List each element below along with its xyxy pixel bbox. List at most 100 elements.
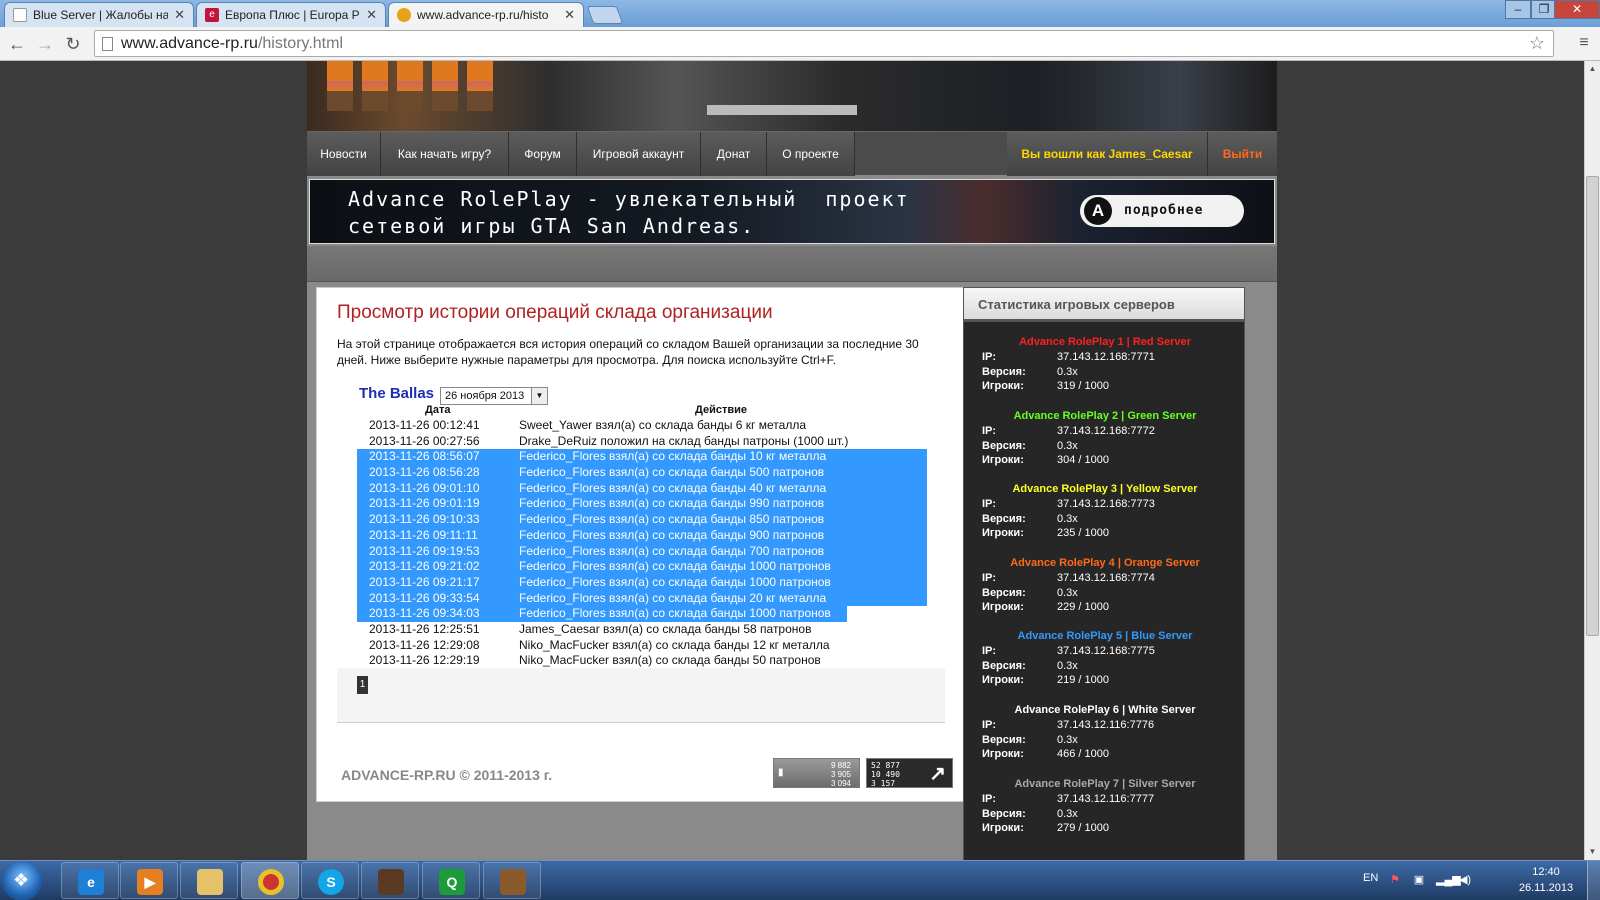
table-row: 2013-11-26 09:21:17 Federico_Flores взял(… bbox=[357, 574, 927, 591]
minimize-button[interactable]: – bbox=[1505, 0, 1531, 19]
taskbar-app-green[interactable]: Q bbox=[422, 862, 480, 899]
nav-game-account[interactable]: Игровой аккаунт bbox=[577, 132, 701, 176]
close-icon[interactable]: ✕ bbox=[366, 7, 377, 23]
server-version: 0.3x bbox=[1057, 366, 1078, 378]
logged-in-user[interactable]: Вы вошли как James_Caesar bbox=[1007, 132, 1207, 176]
server-ip: 37.143.12.168:7773 bbox=[1057, 498, 1155, 511]
nav-donate[interactable]: Донат bbox=[701, 132, 767, 176]
table-row: 2013-11-26 00:12:41 Sweet_Yawer взял(а) с… bbox=[357, 418, 927, 434]
reload-icon[interactable]: ↻ bbox=[62, 33, 84, 55]
nav-how-to-start[interactable]: Как начать игру? bbox=[381, 132, 509, 176]
close-icon[interactable]: ✕ bbox=[564, 7, 575, 23]
back-icon[interactable]: ← bbox=[6, 33, 28, 55]
server-version: 0.3x bbox=[1057, 734, 1078, 746]
date-select[interactable]: 26 ноября 2013 ▼ bbox=[440, 387, 548, 405]
arrow-up-right-icon: ↗ bbox=[929, 763, 946, 785]
nav-about[interactable]: О проекте bbox=[767, 132, 855, 176]
nav-news[interactable]: Новости bbox=[307, 132, 381, 176]
sidebar-title: Статистика игровых серверов bbox=[964, 288, 1244, 322]
network-icon[interactable]: ▂▄▆ bbox=[1436, 873, 1461, 887]
clock-date[interactable]: 26.11.2013 bbox=[1515, 882, 1577, 894]
table-row: 2013-11-26 08:56:07 Federico_Flores взял(… bbox=[357, 449, 927, 466]
scroll-thumb[interactable] bbox=[1586, 176, 1599, 636]
server-players: 466 / 1000 bbox=[1057, 748, 1109, 760]
clock-time[interactable]: 12:40 bbox=[1521, 866, 1571, 878]
ip-label: IP: bbox=[982, 645, 997, 658]
forward-icon[interactable]: → bbox=[34, 33, 56, 55]
table-row: 2013-11-26 12:29:19 Niko_MacFucker взял(а… bbox=[357, 653, 927, 669]
row-date: 2013-11-26 12:25:51 bbox=[369, 621, 480, 636]
page-1-link[interactable]: 1 bbox=[357, 676, 368, 694]
server-name: Advance RolePlay 2 | Green Server bbox=[1013, 409, 1197, 422]
table-row: 2013-11-26 09:01:10 Federico_Flores взял(… bbox=[357, 480, 927, 497]
taskbar-skype[interactable]: S bbox=[301, 862, 359, 899]
row-date: 2013-11-26 09:19:53 bbox=[369, 543, 480, 558]
menu-icon[interactable]: ≡ bbox=[1574, 34, 1594, 54]
windows-logo-icon: ❖ bbox=[13, 870, 30, 890]
taskbar-gta[interactable] bbox=[483, 862, 541, 899]
banner-text: Advance RolePlay - увлекательный проект … bbox=[348, 187, 910, 238]
device-icon[interactable]: ▣ bbox=[1412, 873, 1426, 887]
date-select-value: 26 ноября 2013 bbox=[445, 390, 525, 402]
tab-europa-plus[interactable]: e Европа Плюс | Europa Plus ✕ bbox=[196, 2, 386, 27]
server-ip: 37.143.12.168:7775 bbox=[1057, 645, 1155, 658]
row-date: 2013-11-26 00:12:41 bbox=[369, 418, 480, 432]
sub-bar bbox=[307, 246, 1277, 282]
volume-icon[interactable]: ◀) bbox=[1458, 873, 1472, 887]
version-label: Версия: bbox=[982, 807, 1026, 820]
intro-text: На этой странице отображается вся истори… bbox=[337, 337, 919, 367]
start-button[interactable]: ❖ bbox=[2, 861, 42, 900]
row-action: Federico_Flores взял(а) со склада банды … bbox=[519, 559, 831, 574]
tab-advance-rp[interactable]: www.advance-rp.ru/histo ✕ bbox=[388, 2, 584, 27]
ip-label: IP: bbox=[982, 571, 997, 584]
row-action: Federico_Flores взял(а) со склада банды … bbox=[519, 512, 825, 527]
counter-value: 3 094 bbox=[830, 779, 851, 788]
row-action: Federico_Flores взял(а) со склада банды … bbox=[519, 590, 827, 605]
row-action: Niko_MacFucker взял(а) со склада банды 1… bbox=[519, 637, 830, 652]
table-row: 2013-11-26 12:25:51 James_Caesar взял(а) … bbox=[357, 622, 927, 638]
players-label: Игроки: bbox=[982, 527, 1024, 540]
row-date: 2013-11-26 09:01:10 bbox=[369, 480, 480, 495]
row-date: 2013-11-26 09:21:02 bbox=[369, 559, 480, 574]
close-icon[interactable]: ✕ bbox=[174, 7, 185, 23]
vertical-scrollbar[interactable]: ▲ ▼ bbox=[1584, 61, 1600, 860]
bookmark-star-icon[interactable]: ☆ bbox=[1529, 31, 1545, 56]
browser-toolbar: ← → ↻ www.advance-rp.ru/history.html ☆ ≡ bbox=[0, 27, 1600, 61]
logout-link[interactable]: Выйти bbox=[1207, 132, 1277, 176]
media-player-icon: ▶ bbox=[137, 869, 163, 895]
visitor-counter[interactable]: ▮ 9 882 3 905 3 094 bbox=[773, 758, 860, 788]
site-container: Новости Как начать игру? Форум Игровой а… bbox=[307, 61, 1277, 860]
taskbar-explorer[interactable] bbox=[180, 862, 238, 899]
server-version: 0.3x bbox=[1057, 807, 1078, 820]
taskbar-media-player[interactable]: ▶ bbox=[120, 862, 178, 899]
header-image bbox=[307, 61, 1277, 131]
scroll-down-icon[interactable]: ▼ bbox=[1585, 844, 1600, 860]
row-action: Federico_Flores взял(а) со склада банды … bbox=[519, 606, 831, 621]
column-header-action: Действие bbox=[695, 404, 747, 416]
scroll-up-icon[interactable]: ▲ bbox=[1585, 61, 1600, 77]
new-tab-button[interactable] bbox=[586, 6, 624, 24]
taskbar-ie[interactable]: e bbox=[61, 862, 119, 899]
show-desktop-button[interactable] bbox=[1587, 861, 1600, 900]
ip-label: IP: bbox=[982, 424, 997, 437]
promo-banner[interactable]: Advance RolePlay - увлекательный проект … bbox=[309, 179, 1275, 244]
server-ip: 37.143.12.168:7771 bbox=[1057, 351, 1155, 363]
nav-forum[interactable]: Форум bbox=[509, 132, 577, 176]
taskbar-chrome[interactable] bbox=[241, 862, 299, 899]
server-ip: 37.143.12.168:7772 bbox=[1057, 424, 1155, 437]
row-date: 2013-11-26 09:11:11 bbox=[369, 527, 478, 542]
server-ip: 37.143.12.168:7774 bbox=[1057, 571, 1155, 584]
language-indicator[interactable]: EN bbox=[1363, 872, 1378, 884]
flag-icon[interactable]: ⚑ bbox=[1388, 873, 1402, 887]
chevron-down-icon[interactable]: ▼ bbox=[531, 388, 547, 404]
table-row: 2013-11-26 09:21:02 Federico_Flores взял(… bbox=[357, 559, 927, 575]
europa-plus-icon: e bbox=[205, 8, 219, 22]
window-close-button[interactable]: ✕ bbox=[1554, 0, 1600, 19]
taskbar-samp[interactable] bbox=[361, 862, 419, 899]
bar-chart-icon: ▮ bbox=[778, 767, 784, 778]
address-bar[interactable]: www.advance-rp.ru/history.html ☆ bbox=[94, 30, 1554, 57]
players-label: Игроки: bbox=[982, 821, 1024, 834]
url-host: www.advance-rp.ru bbox=[121, 35, 258, 52]
liveinternet-counter[interactable]: 52 877 10 490 3 157 ↗ bbox=[866, 758, 953, 788]
tab-blue-server[interactable]: Blue Server | Жалобы на ( ✕ bbox=[4, 2, 194, 27]
